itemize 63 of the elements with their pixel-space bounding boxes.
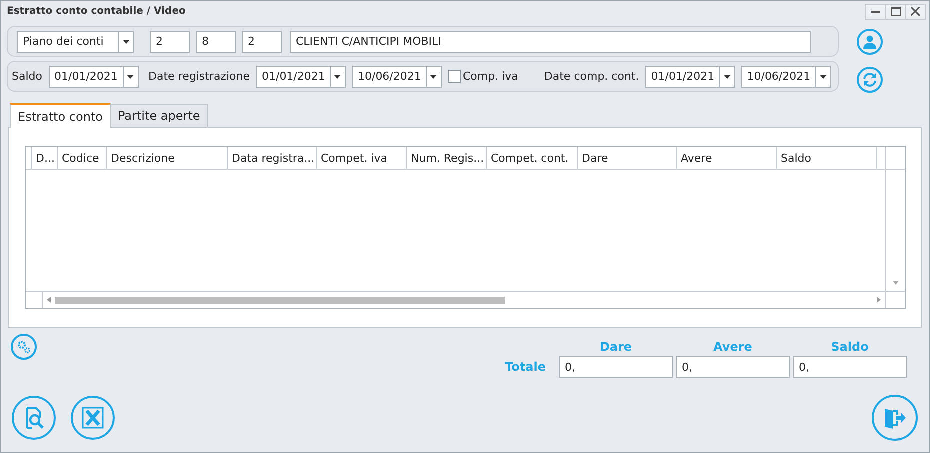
registration-date-label: Date registrazione bbox=[148, 70, 250, 83]
dropdown-button[interactable] bbox=[719, 66, 736, 88]
dropdown-button[interactable] bbox=[426, 66, 442, 88]
caret-icon bbox=[127, 74, 134, 78]
spreadsheet-icon bbox=[82, 407, 104, 429]
date-field[interactable]: 10/06/2021 bbox=[741, 66, 816, 88]
comp-date-label: Date comp. cont. bbox=[544, 70, 640, 83]
caret-icon bbox=[122, 40, 130, 44]
account-type-dropdown[interactable]: Piano dei conti bbox=[17, 30, 118, 52]
tab[interactable]: Partite aperte bbox=[110, 104, 208, 127]
close-button[interactable] bbox=[905, 4, 926, 20]
tab[interactable]: Estratto conto bbox=[10, 103, 111, 128]
column-header[interactable]: Compet. iva bbox=[316, 147, 406, 169]
date-field[interactable]: 01/01/2021 bbox=[48, 66, 122, 88]
column-header[interactable]: Descrizione bbox=[106, 147, 227, 169]
code-field[interactable]: 2 bbox=[150, 30, 190, 52]
column-header[interactable]: Compet. cont. bbox=[486, 147, 577, 169]
total-header: Dare bbox=[598, 340, 634, 354]
total-header: Saldo bbox=[830, 340, 870, 354]
total-field[interactable]: 0, bbox=[559, 356, 673, 378]
caret-icon bbox=[334, 74, 342, 78]
dropdown-button[interactable] bbox=[815, 66, 832, 88]
scroll-right-icon bbox=[877, 297, 881, 303]
scroll-left-icon bbox=[47, 297, 51, 303]
total-field[interactable]: 0, bbox=[793, 356, 907, 378]
refresh-icon bbox=[862, 72, 878, 88]
code-field[interactable]: 8 bbox=[196, 30, 236, 52]
column-header[interactable]: Dare bbox=[577, 147, 676, 169]
date-field[interactable]: 01/01/2021 bbox=[645, 66, 720, 88]
column-header[interactable]: Saldo bbox=[776, 147, 876, 169]
dropdown-button[interactable] bbox=[122, 66, 138, 88]
total-header: Avere bbox=[712, 340, 754, 354]
date-field[interactable]: 01/01/2021 bbox=[256, 66, 330, 88]
scroll-down-icon bbox=[892, 281, 898, 285]
column-header[interactable]: Num. Regis... bbox=[406, 147, 486, 169]
exit-door-icon bbox=[883, 407, 907, 429]
minimize-button[interactable] bbox=[865, 4, 886, 20]
column-header[interactable]: Avere bbox=[676, 147, 776, 169]
code-field[interactable]: 2 bbox=[242, 30, 282, 52]
comp-iva-checkbox[interactable] bbox=[448, 70, 461, 83]
column-header[interactable]: D... bbox=[31, 147, 57, 169]
maximize-button[interactable] bbox=[885, 4, 906, 20]
dropdown-button[interactable] bbox=[330, 66, 346, 88]
dropdown-button[interactable] bbox=[118, 30, 134, 52]
date-field[interactable]: 10/06/2021 bbox=[352, 66, 426, 88]
scrollbar-corner bbox=[885, 291, 905, 308]
total-label: Totale bbox=[505, 360, 547, 374]
checkbox-label: Comp. iva bbox=[462, 70, 518, 83]
minimize-icon bbox=[871, 10, 880, 12]
caret-icon bbox=[430, 74, 438, 78]
total-field[interactable]: 0, bbox=[676, 356, 790, 378]
window-title: Estratto conto contabile / Video bbox=[7, 6, 187, 17]
user-icon bbox=[863, 35, 877, 49]
column-header[interactable]: Codice bbox=[57, 147, 106, 169]
saldo-label: Saldo bbox=[12, 70, 42, 83]
account-name-field[interactable]: CLIENTI C/ANTICIPI MOBILI bbox=[290, 30, 811, 52]
horizontal-scrollbar[interactable] bbox=[26, 291, 885, 308]
caret-icon bbox=[820, 74, 827, 78]
caret-icon bbox=[724, 74, 731, 78]
gears-icon bbox=[17, 340, 31, 354]
column-header[interactable]: Data registra... bbox=[227, 147, 316, 169]
close-icon bbox=[911, 7, 920, 16]
maximize-icon bbox=[890, 7, 900, 16]
